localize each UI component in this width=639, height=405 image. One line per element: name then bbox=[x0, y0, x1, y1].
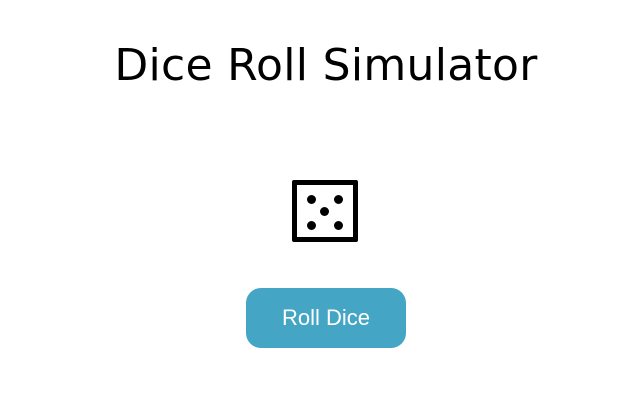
die-pip bbox=[307, 195, 316, 204]
dice-five-icon bbox=[292, 180, 358, 242]
roll-dice-button[interactable]: Roll Dice bbox=[246, 288, 406, 348]
page-title: Dice Roll Simulator bbox=[114, 40, 538, 91]
dice-roll-page: Dice Roll Simulator Roll Dice bbox=[0, 0, 639, 405]
die-pip bbox=[307, 221, 316, 230]
die-pip bbox=[334, 221, 343, 230]
die-pip bbox=[320, 207, 329, 216]
die-pip bbox=[334, 195, 343, 204]
